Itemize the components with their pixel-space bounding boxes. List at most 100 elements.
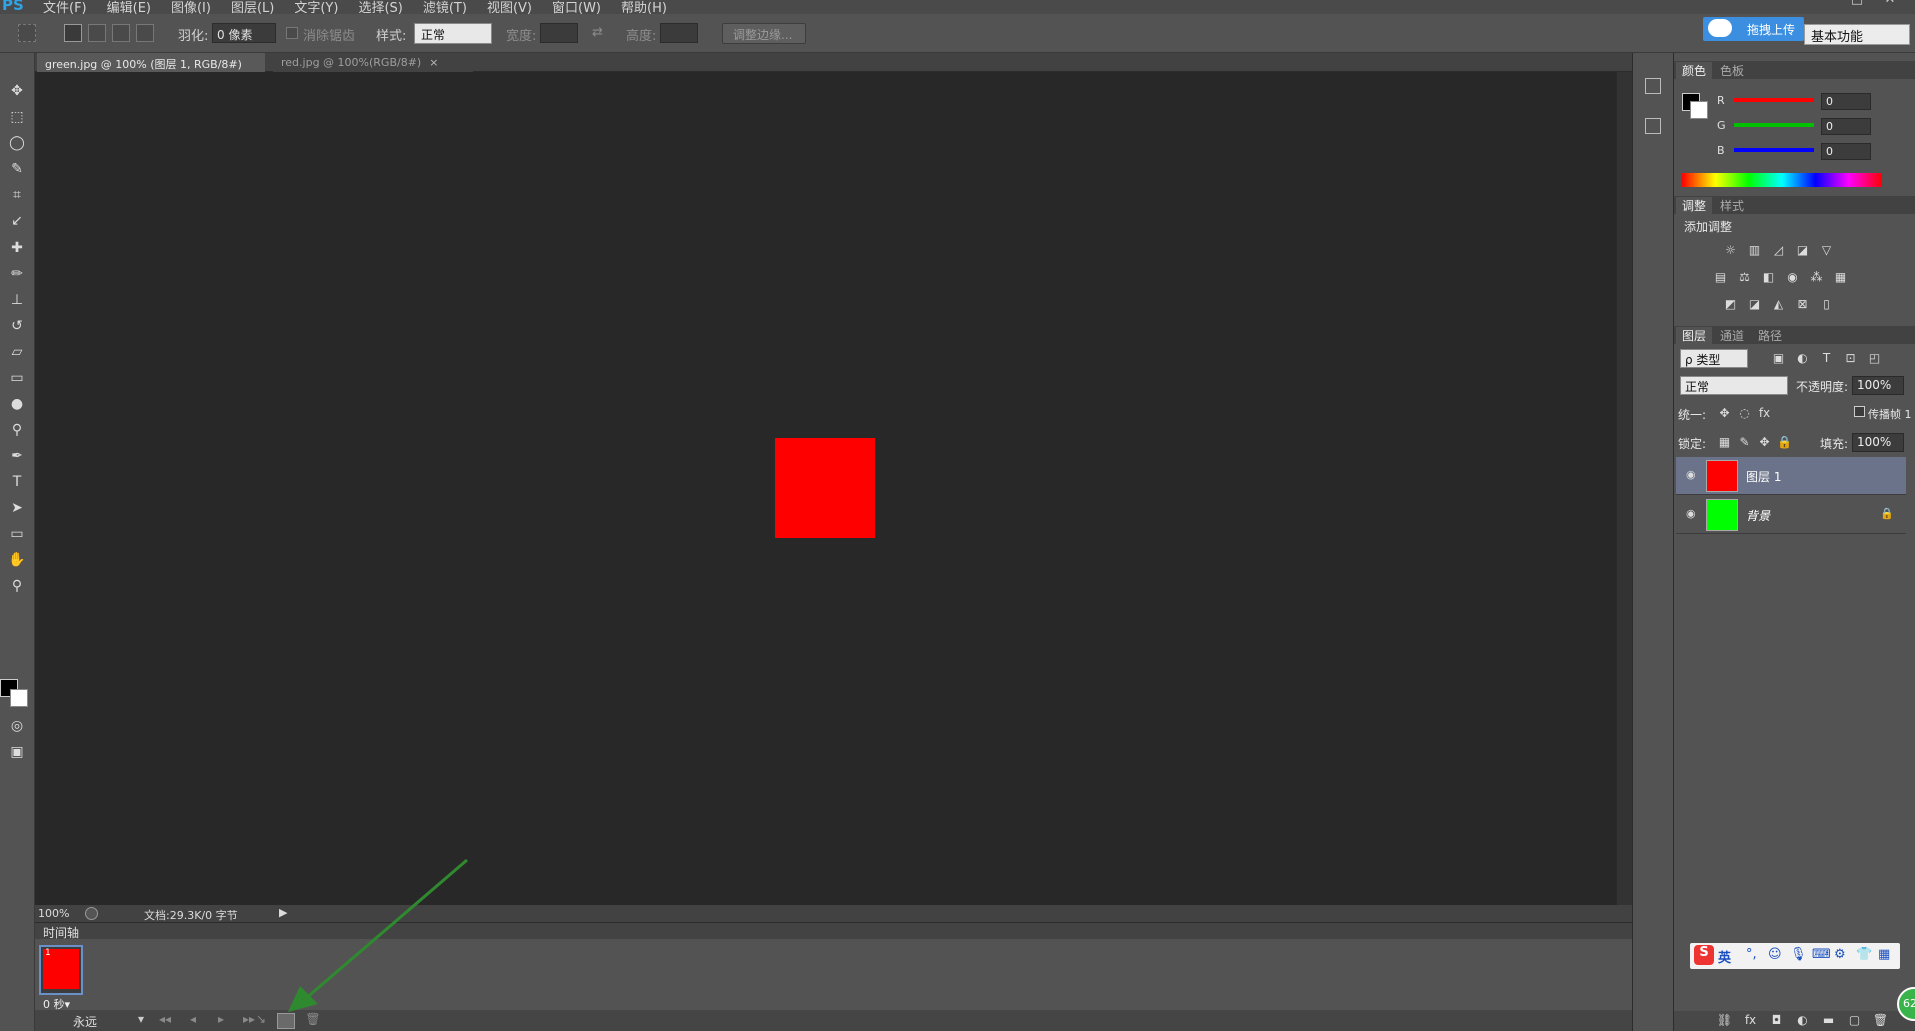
blur-tool-icon[interactable]: ● — [5, 393, 29, 415]
new-group-icon[interactable]: ▬ — [1820, 1013, 1837, 1028]
eyedropper-tool-icon[interactable]: ↙ — [5, 210, 29, 232]
curves-icon[interactable]: ◿ — [1770, 243, 1787, 258]
gradient-map-icon[interactable]: ▯ — [1818, 297, 1835, 312]
blue-value-input[interactable]: 0 — [1821, 143, 1871, 160]
new-selection-icon[interactable] — [64, 24, 82, 42]
play-icon[interactable]: ▸ — [209, 1012, 233, 1030]
brush-tool-icon[interactable]: ✏ — [5, 263, 29, 285]
tab-styles[interactable]: 样式 — [1714, 197, 1750, 214]
eye-icon[interactable]: ◉ — [1686, 468, 1696, 481]
animation-frame[interactable]: 1 — [39, 945, 83, 995]
channel-mixer-icon[interactable]: ⁂ — [1808, 270, 1825, 285]
voice-icon[interactable]: 🎙 — [1790, 947, 1807, 962]
delete-layer-icon[interactable]: 🗑 — [1872, 1013, 1889, 1028]
move-tool-icon[interactable]: ✥ — [5, 80, 29, 102]
dodge-tool-icon[interactable]: ⚲ — [5, 419, 29, 441]
new-layer-icon[interactable]: ▢ — [1846, 1013, 1863, 1028]
status-menu-arrow-icon[interactable]: ▶ — [279, 906, 287, 919]
gradient-tool-icon[interactable]: ▭ — [5, 367, 29, 389]
pen-tool-icon[interactable]: ✒ — [5, 445, 29, 467]
tab-paths[interactable]: 路径 — [1752, 327, 1788, 344]
blue-slider[interactable] — [1734, 148, 1814, 152]
lock-pixels-icon[interactable]: ✎ — [1736, 435, 1753, 450]
status-info-icon[interactable] — [85, 907, 98, 920]
menu-window[interactable]: 窗口(W) — [549, 0, 604, 14]
shape-tool-icon[interactable]: ▭ — [5, 523, 29, 545]
tab-color[interactable]: 颜色 — [1676, 62, 1713, 79]
intersect-selection-icon[interactable] — [136, 24, 154, 42]
tab-swatches[interactable]: 色板 — [1714, 62, 1750, 79]
sogou-icon[interactable]: S — [1694, 945, 1714, 965]
color-balance-icon[interactable]: ⚖ — [1736, 270, 1753, 285]
marquee-tool-icon[interactable]: ⬚ — [5, 106, 29, 128]
add-selection-icon[interactable] — [88, 24, 106, 42]
blend-mode-select[interactable]: 正常 — [1680, 376, 1788, 395]
punctuation-icon[interactable]: °, — [1746, 947, 1757, 962]
unify-style-icon[interactable]: fx — [1756, 406, 1773, 421]
maximize-button[interactable]: □ — [1846, 0, 1868, 10]
layer-row-layer1[interactable]: ◉ 图层 1 — [1676, 457, 1906, 495]
ime-language[interactable]: 英 — [1718, 947, 1731, 966]
antialias-checkbox[interactable] — [286, 27, 298, 39]
color-bg-swatch[interactable] — [1690, 101, 1708, 119]
filter-type-icon[interactable]: T — [1818, 351, 1835, 366]
loop-select[interactable]: 永远 — [73, 1013, 97, 1030]
selective-color-icon[interactable]: ⊠ — [1794, 297, 1811, 312]
levels-icon[interactable]: ▥ — [1746, 243, 1763, 258]
lock-all-icon[interactable]: 🔒 — [1776, 435, 1793, 450]
emoji-icon[interactable]: ☺ — [1768, 947, 1782, 962]
quick-mask-icon[interactable]: ◎ — [5, 715, 29, 737]
feather-input[interactable]: 0 像素 — [212, 23, 276, 43]
color-spectrum[interactable] — [1682, 173, 1882, 187]
menu-layer[interactable]: 图层(L) — [228, 0, 277, 14]
filter-adjust-icon[interactable]: ◐ — [1794, 351, 1811, 366]
first-frame-icon[interactable]: ◂◂ — [153, 1012, 177, 1030]
tab-red-jpg[interactable]: red.jpg @ 100%(RGB/8#) × — [273, 53, 473, 72]
black-white-icon[interactable]: ◧ — [1760, 270, 1777, 285]
menu-filter[interactable]: 滤镜(T) — [420, 0, 470, 14]
background-color-swatch[interactable] — [10, 689, 28, 707]
lock-transparent-icon[interactable]: ▦ — [1716, 435, 1733, 450]
unify-visibility-icon[interactable]: ◌ — [1736, 406, 1753, 421]
history-panel-icon[interactable] — [1645, 78, 1661, 94]
close-tab-icon[interactable]: × — [429, 56, 438, 69]
width-input[interactable] — [540, 23, 578, 43]
grid-icon[interactable]: ▦ — [1878, 947, 1890, 962]
menu-image[interactable]: 图像(I) — [168, 0, 214, 14]
delete-frame-icon[interactable]: 🗑 — [301, 1012, 325, 1030]
layer-filter-select[interactable]: ρ 类型 — [1680, 349, 1748, 368]
layer-row-background[interactable]: ◉ 背景 🔒 — [1676, 496, 1906, 534]
layer-style-icon[interactable]: fx — [1742, 1013, 1759, 1028]
tab-green-jpg[interactable]: green.jpg @ 100% (图层 1, RGB/8#) *× — [37, 53, 265, 85]
duplicate-frame-icon[interactable] — [277, 1013, 295, 1029]
swap-icon[interactable]: ⇄ — [592, 25, 603, 40]
loop-dropdown-icon[interactable]: ▾ — [129, 1012, 153, 1030]
posterize-icon[interactable]: ◪ — [1746, 297, 1763, 312]
menu-view[interactable]: 视图(V) — [484, 0, 535, 14]
tab-adjustments[interactable]: 调整 — [1676, 197, 1713, 214]
zoom-tool-icon[interactable]: ⚲ — [5, 575, 29, 597]
tab-channels[interactable]: 通道 — [1714, 327, 1750, 344]
red-value-input[interactable]: 0 — [1821, 93, 1871, 110]
fill-input[interactable]: 100% — [1852, 433, 1904, 452]
link-layers-icon[interactable]: ⛓ — [1716, 1013, 1733, 1028]
invert-icon[interactable]: ◩ — [1722, 297, 1739, 312]
threshold-icon[interactable]: ◭ — [1770, 297, 1787, 312]
vertical-scrollbar[interactable] — [1616, 72, 1632, 905]
lock-position-icon[interactable]: ✥ — [1756, 435, 1773, 450]
opacity-input[interactable]: 100% — [1852, 376, 1904, 395]
filter-shape-icon[interactable]: ⊡ — [1842, 351, 1859, 366]
close-button[interactable]: ✕ — [1879, 0, 1901, 10]
refine-edge-button[interactable]: 调整边缘... — [722, 23, 806, 44]
add-mask-icon[interactable]: ◘ — [1768, 1013, 1785, 1028]
zoom-level[interactable]: 100% — [38, 907, 69, 920]
crop-tool-icon[interactable]: ⌗ — [5, 184, 29, 206]
new-adjustment-icon[interactable]: ◐ — [1794, 1013, 1811, 1028]
workspace-select[interactable]: 基本功能 — [1804, 24, 1910, 45]
tools-icon[interactable]: ⚙ — [1834, 947, 1846, 962]
type-tool-icon[interactable]: T — [5, 471, 29, 493]
brightness-icon[interactable]: ☼ — [1722, 243, 1739, 258]
history-brush-tool-icon[interactable]: ↺ — [5, 315, 29, 337]
photo-filter-icon[interactable]: ◉ — [1784, 270, 1801, 285]
color-lookup-icon[interactable]: ▦ — [1832, 270, 1849, 285]
